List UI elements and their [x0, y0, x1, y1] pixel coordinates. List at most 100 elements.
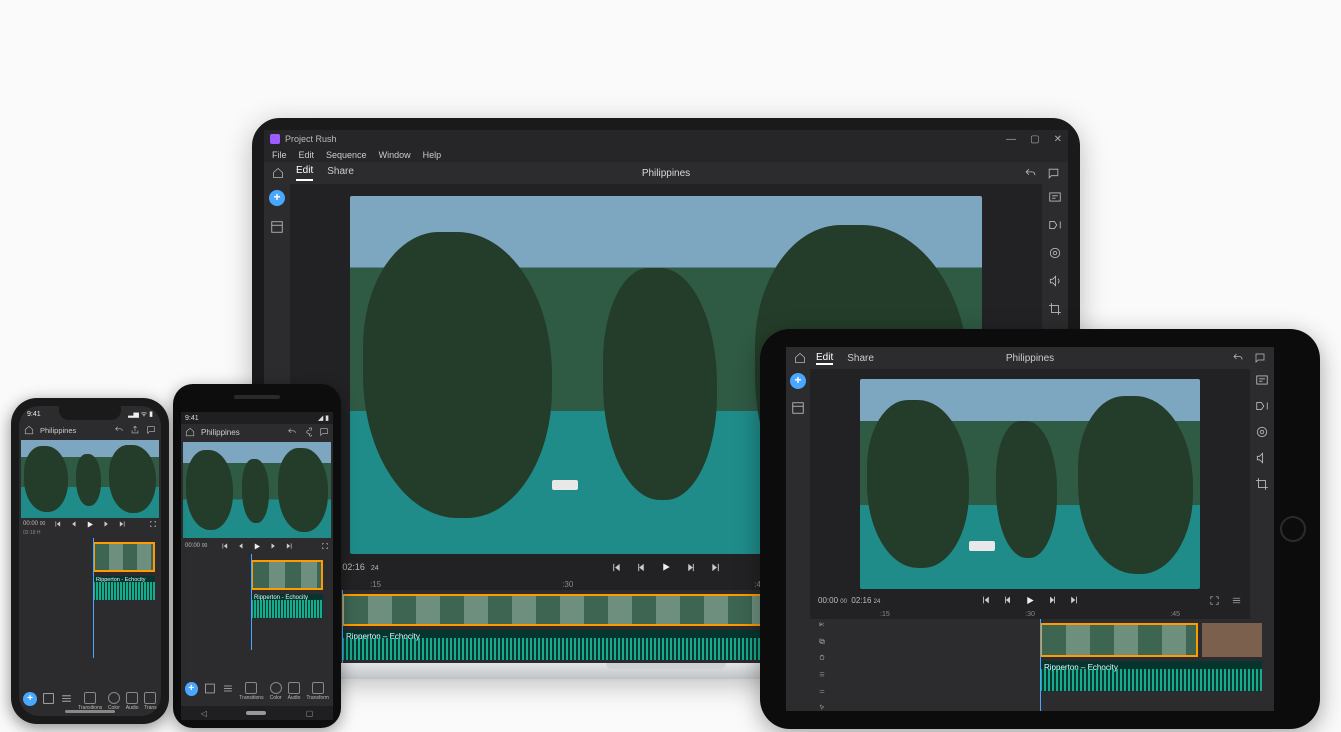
nav-recents-icon[interactable]: ▢ [306, 709, 314, 718]
tablet-audio-clip[interactable]: Ripperton – Echocity [1040, 661, 1262, 691]
android-preview-video[interactable] [183, 442, 331, 538]
window-minimize-button[interactable]: — [1006, 134, 1016, 145]
skip-start-icon[interactable] [981, 595, 991, 606]
tracks-icon[interactable] [60, 692, 73, 705]
more-icon[interactable] [1231, 595, 1242, 606]
tablet-preview-video[interactable] [860, 379, 1200, 589]
step-back-icon[interactable] [237, 542, 245, 551]
tool-transform[interactable]: Trans [144, 692, 157, 711]
project-panel-icon[interactable] [791, 401, 805, 415]
menu-help[interactable]: Help [423, 150, 442, 160]
comment-icon[interactable] [319, 427, 329, 437]
project-panel-icon[interactable] [204, 682, 216, 695]
comment-icon[interactable] [1254, 352, 1266, 364]
iphone-timeline[interactable]: Ripperton - Echocity [19, 538, 161, 690]
tool-transform[interactable]: Transform [306, 682, 329, 701]
iphone-video-clip[interactable] [93, 542, 155, 572]
menu-edit[interactable]: Edit [299, 150, 315, 160]
iphone-playhead[interactable] [93, 538, 94, 658]
tab-share[interactable]: Share [847, 353, 874, 364]
tablet-ruler[interactable]: :15 :30 :45 [810, 611, 1250, 619]
skip-start-icon[interactable] [221, 542, 229, 551]
share-icon[interactable] [303, 427, 313, 437]
tool-transitions[interactable]: Transitions [78, 692, 102, 711]
menu-file[interactable]: File [272, 150, 287, 160]
tablet-playhead[interactable] [1040, 619, 1041, 711]
step-fwd-icon[interactable] [103, 520, 111, 529]
skip-end-icon[interactable] [286, 542, 294, 551]
step-fwd-icon[interactable] [270, 542, 278, 551]
project-panel-icon[interactable] [270, 220, 284, 234]
menu-sequence[interactable]: Sequence [326, 150, 367, 160]
play-icon[interactable] [1025, 595, 1036, 606]
tablet-timeline[interactable]: Ripperton – Echocity [810, 619, 1250, 711]
playhead[interactable] [342, 590, 343, 666]
window-maximize-button[interactable]: ▢ [1030, 134, 1039, 145]
home-icon[interactable] [24, 425, 34, 435]
android-playhead[interactable] [251, 554, 252, 650]
add-media-button[interactable]: + [185, 682, 198, 696]
tracks-icon[interactable] [222, 682, 234, 695]
tool-color[interactable]: Color [270, 682, 282, 701]
iphone-home-indicator[interactable] [65, 710, 115, 713]
titles-icon[interactable] [1255, 373, 1269, 387]
tab-edit[interactable]: Edit [296, 165, 313, 181]
add-media-button[interactable]: + [790, 373, 806, 389]
tab-share[interactable]: Share [327, 166, 354, 180]
tool-transitions[interactable]: Transitions [239, 682, 263, 701]
fullscreen-icon[interactable] [149, 520, 157, 528]
nav-home-icon[interactable] [246, 711, 266, 715]
color-icon[interactable] [1048, 246, 1062, 260]
scissors-icon[interactable] [816, 621, 828, 628]
tab-edit[interactable]: Edit [816, 352, 833, 365]
tool-audio[interactable]: Audio [288, 682, 301, 701]
iphone-audio-clip[interactable]: Ripperton - Echocity [93, 576, 155, 600]
android-timeline[interactable]: Ripperton - Echocity [181, 554, 333, 680]
home-icon[interactable] [185, 427, 195, 437]
add-media-button[interactable]: + [269, 190, 285, 206]
tool-color[interactable]: Color [107, 692, 120, 711]
android-video-clip[interactable] [251, 560, 323, 590]
play-icon[interactable] [253, 542, 262, 551]
project-panel-icon[interactable] [42, 692, 55, 705]
window-close-button[interactable]: ✕ [1054, 134, 1062, 145]
tablet-home-button[interactable] [1280, 516, 1306, 542]
crop-icon[interactable] [1048, 302, 1062, 316]
step-fwd-icon[interactable] [686, 562, 697, 573]
undo-icon[interactable] [287, 427, 297, 437]
skip-end-icon[interactable] [711, 562, 722, 573]
pointer-icon[interactable] [816, 704, 828, 711]
fullscreen-icon[interactable] [321, 542, 329, 550]
trash-icon[interactable] [816, 654, 828, 661]
comment-icon[interactable] [1047, 167, 1060, 180]
add-media-button[interactable]: + [23, 692, 37, 706]
step-back-icon[interactable] [636, 562, 647, 573]
titles-icon[interactable] [1048, 190, 1062, 204]
skip-start-icon[interactable] [611, 562, 622, 573]
skip-end-icon[interactable] [1070, 595, 1080, 606]
tablet-video-clip-selected[interactable] [1040, 623, 1198, 657]
play-icon[interactable] [86, 520, 95, 529]
undo-icon[interactable] [1024, 167, 1037, 180]
crop-icon[interactable] [1255, 477, 1269, 491]
audio-icon[interactable] [1255, 451, 1269, 465]
play-icon[interactable] [661, 562, 672, 573]
skip-start-icon[interactable] [54, 520, 62, 529]
tool-audio[interactable]: Audio [126, 692, 139, 711]
color-icon[interactable] [1255, 425, 1269, 439]
comment-icon[interactable] [146, 425, 156, 435]
transitions-icon[interactable] [1255, 399, 1269, 413]
skip-end-icon[interactable] [119, 520, 127, 529]
nav-back-icon[interactable]: ◁ [201, 709, 207, 718]
undo-icon[interactable] [114, 425, 124, 435]
fullscreen-icon[interactable] [1209, 595, 1220, 606]
iphone-preview-video[interactable] [21, 440, 159, 518]
undo-icon[interactable] [1232, 352, 1244, 364]
expand-tracks-icon[interactable] [816, 688, 828, 695]
tracks-icon[interactable] [816, 671, 828, 678]
menu-window[interactable]: Window [379, 150, 411, 160]
transitions-icon[interactable] [1048, 218, 1062, 232]
tablet-video-clip-2[interactable] [1202, 623, 1262, 657]
share-icon[interactable] [130, 425, 140, 435]
home-icon[interactable] [272, 167, 284, 179]
